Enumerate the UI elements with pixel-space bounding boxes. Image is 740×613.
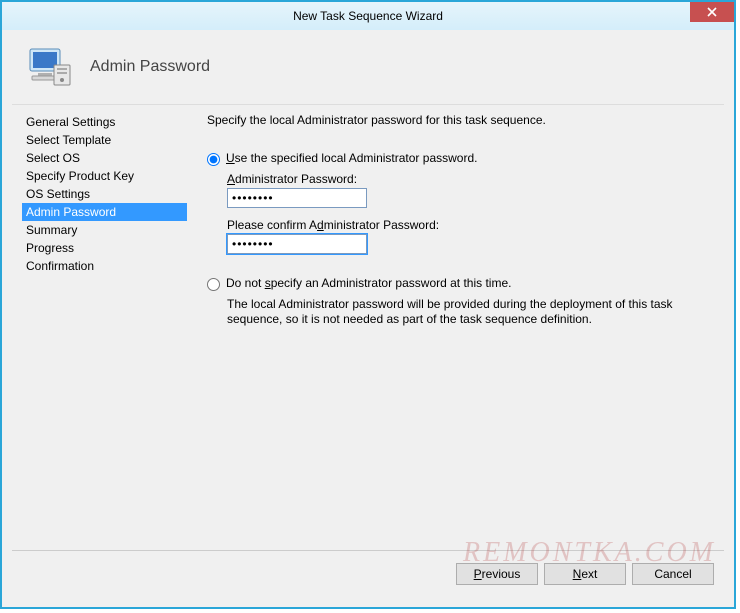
sidebar-item-confirmation[interactable]: Confirmation	[22, 257, 187, 275]
wizard-content: Specify the local Administrator password…	[187, 105, 724, 550]
sidebar-item-summary[interactable]: Summary	[22, 221, 187, 239]
sidebar-item-specify-product-key[interactable]: Specify Product Key	[22, 167, 187, 185]
sidebar-item-general-settings[interactable]: General Settings	[22, 113, 187, 131]
previous-button[interactable]: Previous	[456, 563, 538, 585]
option-use-specified-label: Use the specified local Administrator pa…	[226, 151, 477, 165]
radio-use-specified[interactable]	[207, 153, 220, 166]
wizard-window: New Task Sequence Wizard Admin Password	[0, 0, 736, 609]
titlebar: New Task Sequence Wizard	[2, 2, 734, 30]
sidebar-item-select-template[interactable]: Select Template	[22, 131, 187, 149]
wizard-steps-sidebar: General SettingsSelect TemplateSelect OS…	[12, 105, 187, 550]
close-button[interactable]	[690, 2, 734, 22]
option-use-specified[interactable]: Use the specified local Administrator pa…	[207, 151, 712, 166]
confirm-password-field[interactable]	[227, 234, 367, 254]
next-button[interactable]: Next	[544, 563, 626, 585]
computer-icon	[24, 43, 72, 91]
window-title: New Task Sequence Wizard	[293, 9, 443, 23]
close-icon	[707, 7, 717, 17]
sidebar-item-progress[interactable]: Progress	[22, 239, 187, 257]
wizard-footer: Previous Next Cancel	[12, 550, 724, 597]
cancel-button[interactable]: Cancel	[632, 563, 714, 585]
confirm-password-label: Please confirm Administrator Password:	[227, 218, 712, 232]
option-do-not-specify[interactable]: Do not specify an Administrator password…	[207, 276, 712, 291]
wizard-header: Admin Password	[12, 30, 724, 104]
option-do-not-specify-note: The local Administrator password will be…	[227, 297, 712, 327]
password-label: Administrator Password:	[227, 172, 712, 186]
sidebar-item-select-os[interactable]: Select OS	[22, 149, 187, 167]
sidebar-item-os-settings[interactable]: OS Settings	[22, 185, 187, 203]
sidebar-item-admin-password[interactable]: Admin Password	[22, 203, 187, 221]
option-do-not-specify-label: Do not specify an Administrator password…	[226, 276, 511, 290]
password-field[interactable]	[227, 188, 367, 208]
radio-do-not-specify[interactable]	[207, 278, 220, 291]
page-title: Admin Password	[90, 58, 210, 76]
instruction-text: Specify the local Administrator password…	[207, 113, 712, 127]
